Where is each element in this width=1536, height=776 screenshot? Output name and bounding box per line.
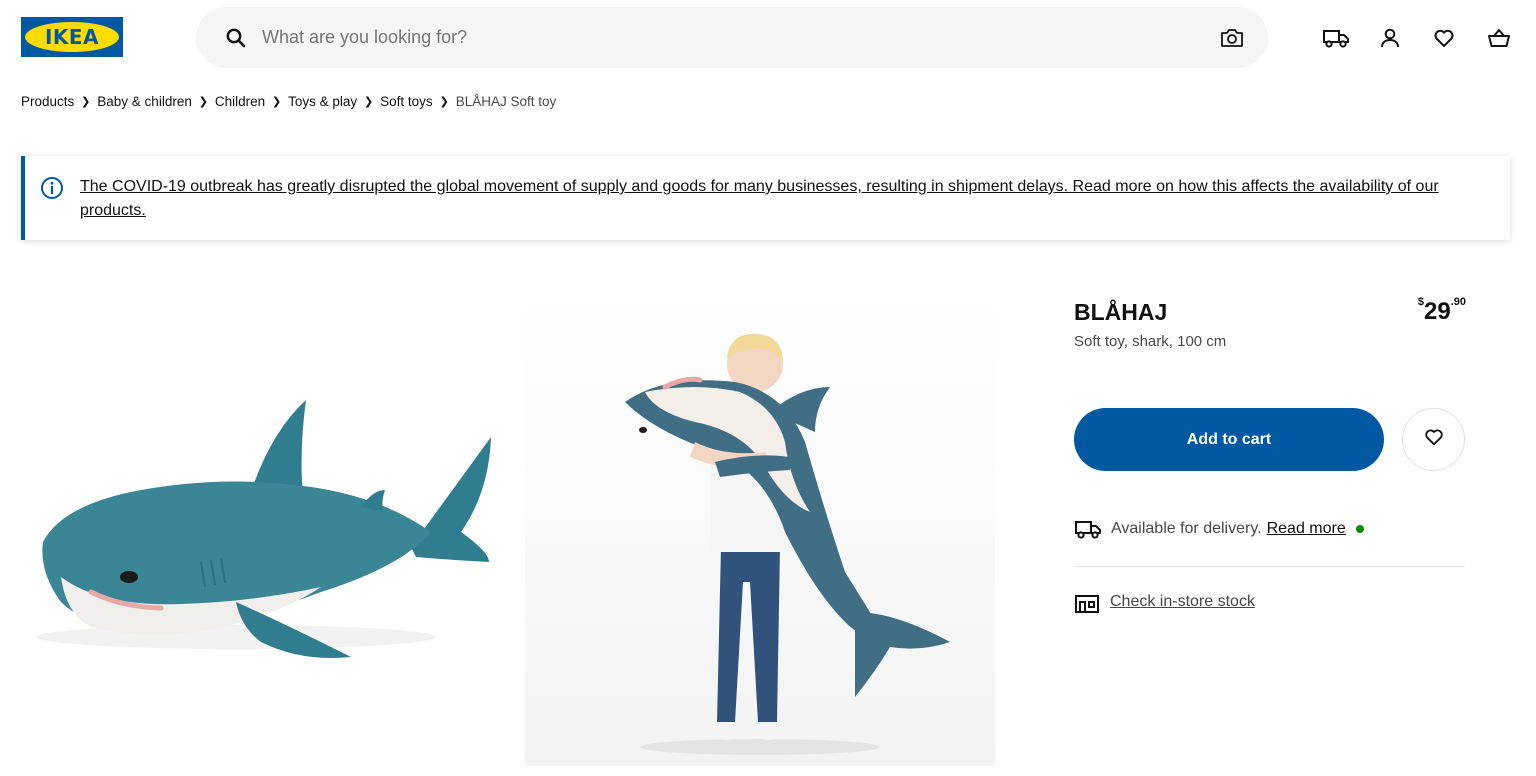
in-store-stock[interactable]: Check in-store stock bbox=[1074, 590, 1255, 614]
shopping-bag-icon[interactable] bbox=[1484, 23, 1514, 53]
child-with-shark-image bbox=[625, 333, 950, 755]
breadcrumb-baby-children[interactable]: Baby & children bbox=[97, 94, 192, 109]
product-image-main[interactable] bbox=[21, 292, 511, 766]
product-name: BLÅHAJ bbox=[1074, 299, 1168, 325]
chevron-right-icon: ❯ bbox=[198, 95, 208, 108]
search-bar[interactable] bbox=[196, 7, 1268, 68]
heart-icon bbox=[1423, 426, 1445, 453]
price-decimal: .90 bbox=[1450, 296, 1466, 308]
covid-info-banner: The COVID-19 outbreak has greatly disrup… bbox=[21, 156, 1510, 240]
store-icon bbox=[1074, 590, 1100, 614]
search-input[interactable] bbox=[262, 22, 1162, 52]
availability-status-dot bbox=[1355, 525, 1364, 533]
account-icon[interactable] bbox=[1375, 23, 1405, 53]
add-to-favorites-button[interactable] bbox=[1402, 408, 1465, 471]
ikea-logo[interactable]: IKEA bbox=[21, 17, 123, 57]
breadcrumb-children[interactable]: Children bbox=[215, 94, 265, 109]
breadcrumb-toys-play[interactable]: Toys & play bbox=[288, 94, 357, 109]
check-in-store-stock-link[interactable]: Check in-store stock bbox=[1110, 593, 1255, 611]
product-price: $29.90 bbox=[1400, 296, 1466, 326]
delivery-availability: Available for delivery. Read more bbox=[1074, 517, 1364, 541]
chevron-right-icon: ❯ bbox=[364, 95, 374, 108]
shark-soft-toy-image bbox=[36, 400, 491, 658]
divider bbox=[1074, 566, 1465, 567]
breadcrumb-soft-toys[interactable]: Soft toys bbox=[380, 94, 433, 109]
add-to-cart-button[interactable]: Add to cart bbox=[1074, 408, 1384, 471]
delivery-truck-icon bbox=[1074, 517, 1102, 541]
camera-icon[interactable] bbox=[1219, 25, 1245, 51]
search-icon[interactable] bbox=[224, 26, 248, 50]
product-image-lifestyle[interactable] bbox=[525, 292, 995, 766]
chevron-right-icon: ❯ bbox=[272, 95, 282, 108]
chevron-right-icon: ❯ bbox=[81, 95, 91, 108]
price-integer: 29 bbox=[1424, 298, 1451, 325]
delivery-text: Available for delivery. bbox=[1111, 520, 1262, 537]
heart-icon[interactable] bbox=[1429, 23, 1459, 53]
breadcrumb-products[interactable]: Products bbox=[21, 94, 74, 109]
breadcrumb-current: BLÅHAJ Soft toy bbox=[455, 93, 557, 109]
delivery-truck-icon[interactable] bbox=[1321, 23, 1351, 53]
product-description: Soft toy, shark, 100 cm bbox=[1074, 333, 1227, 350]
delivery-read-more-link[interactable]: Read more bbox=[1267, 520, 1346, 538]
logo-text: IKEA bbox=[44, 25, 100, 49]
logo-ellipse: IKEA bbox=[25, 22, 119, 52]
breadcrumb: Products ❯ Baby & children ❯ Children ❯ … bbox=[21, 91, 556, 111]
chevron-right-icon: ❯ bbox=[439, 95, 449, 108]
covid-info-link[interactable]: The COVID-19 outbreak has greatly disrup… bbox=[80, 175, 1490, 223]
info-icon bbox=[40, 176, 64, 200]
